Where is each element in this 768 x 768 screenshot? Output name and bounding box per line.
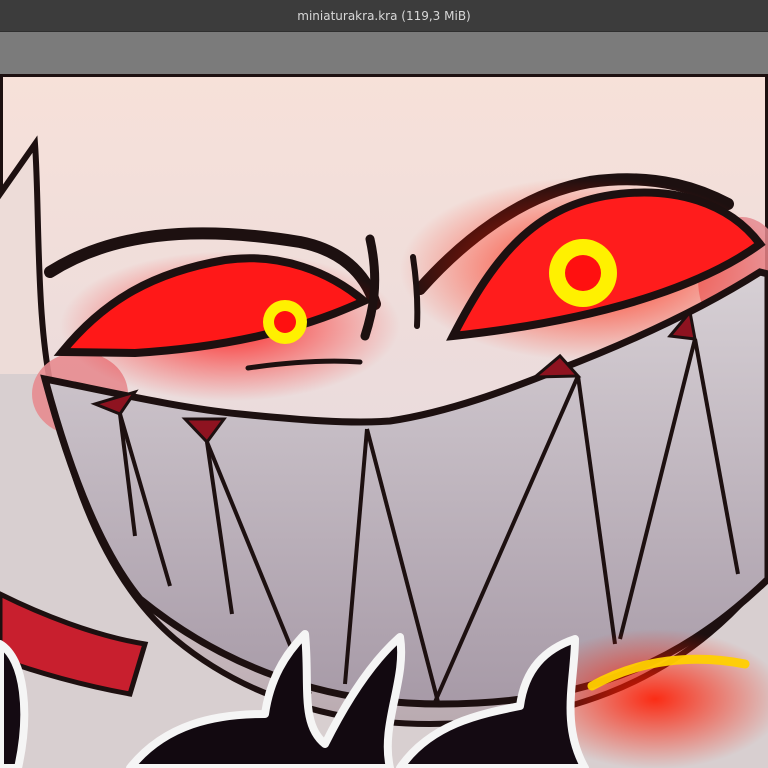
window-title: miniaturakra.kra (119,3 MiB) [297,8,471,23]
artwork-canvas[interactable] [0,74,768,768]
drawing-canvas[interactable] [0,74,768,768]
window-titlebar[interactable]: miniaturakra.kra (119,3 MiB) [0,0,768,32]
app-window: miniaturakra.kra (119,3 MiB) [0,0,768,768]
toolbar-area[interactable] [0,32,768,74]
right-pupil [565,255,601,291]
left-pupil [274,311,296,333]
